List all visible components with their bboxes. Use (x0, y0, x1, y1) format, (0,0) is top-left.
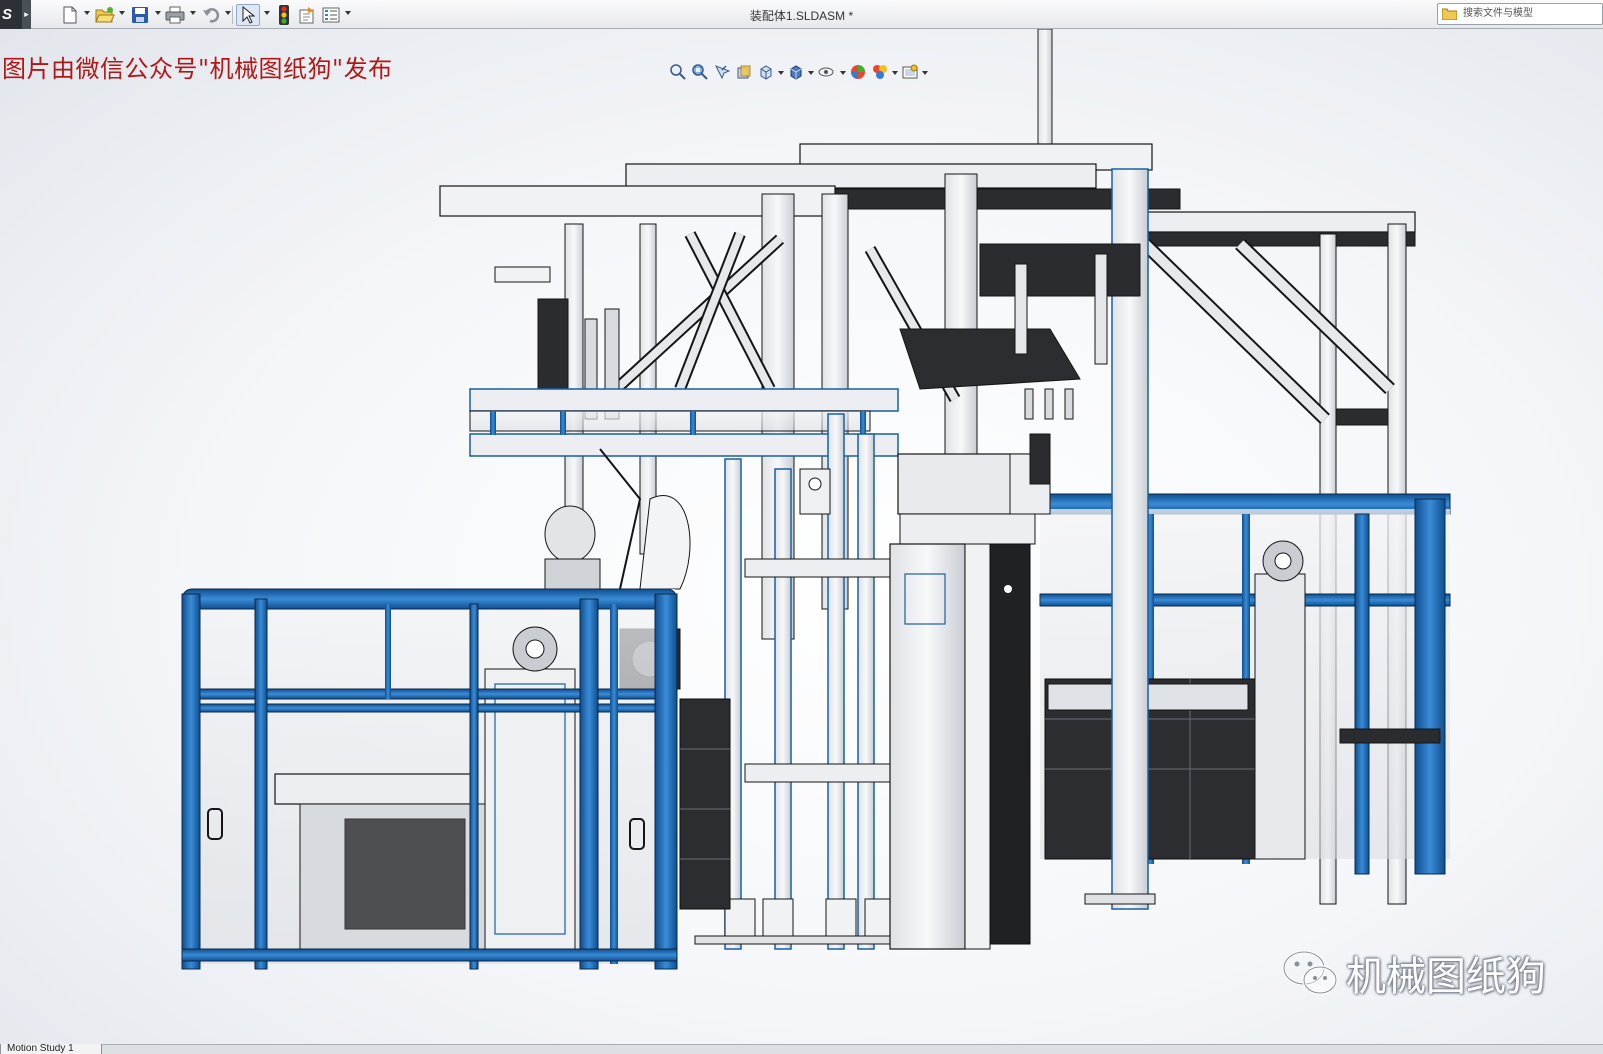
center-conveyor (679, 698, 731, 910)
title-bar: S ▸ 装配体1.SLDASM * 搜索文件与模型 (0, 0, 1603, 29)
apply-scene-dropdown-icon[interactable] (892, 71, 898, 75)
zoom-to-area-icon[interactable] (690, 62, 710, 82)
hide-show-dropdown-icon[interactable] (840, 71, 846, 75)
control-cabinet (889, 433, 1051, 950)
apply-scene-icon[interactable] (870, 62, 890, 82)
left-blue-enclosure (181, 588, 678, 970)
section-view-icon[interactable] (734, 62, 754, 82)
top-pole (1037, 29, 1053, 160)
assembly-model[interactable] (0, 29, 1603, 1044)
search-input[interactable]: 搜索文件与模型 (1437, 3, 1603, 25)
right-blue-enclosure (1039, 493, 1451, 875)
document-title: 装配体1.SLDASM * (749, 9, 854, 23)
display-style-icon[interactable] (786, 62, 806, 82)
view-toolbar (668, 62, 968, 84)
watermark-brand-text: 机械图纸狗 (1346, 954, 1546, 1000)
view-settings-dropdown-icon[interactable] (922, 71, 928, 75)
view-orientation-icon[interactable] (756, 62, 776, 82)
view-orientation-dropdown-icon[interactable] (778, 71, 784, 75)
wechat-icon (1282, 950, 1338, 995)
watermark-caption: 图片由微信公众号"机械图纸狗"发布 (2, 55, 393, 83)
previous-view-icon[interactable] (712, 62, 732, 82)
display-style-dropdown-icon[interactable] (808, 71, 814, 75)
folder-icon (1442, 8, 1457, 20)
view-settings-icon[interactable] (900, 62, 920, 82)
graphics-area[interactable]: 图片由微信公众号"机械图纸狗"发布 机械图纸狗 (0, 29, 1603, 1044)
bottom-tab-strip: Motion Study 1 (0, 1044, 1603, 1054)
hide-show-items-icon[interactable] (816, 62, 836, 82)
search-placeholder: 搜索文件与模型 (1463, 8, 1533, 19)
watermark-brand: 机械图纸狗 (1280, 944, 1546, 1002)
zoom-to-fit-icon[interactable] (668, 62, 688, 82)
edit-appearance-icon[interactable] (848, 62, 868, 82)
tab-motion-study[interactable]: Motion Study 1 (0, 1044, 102, 1054)
